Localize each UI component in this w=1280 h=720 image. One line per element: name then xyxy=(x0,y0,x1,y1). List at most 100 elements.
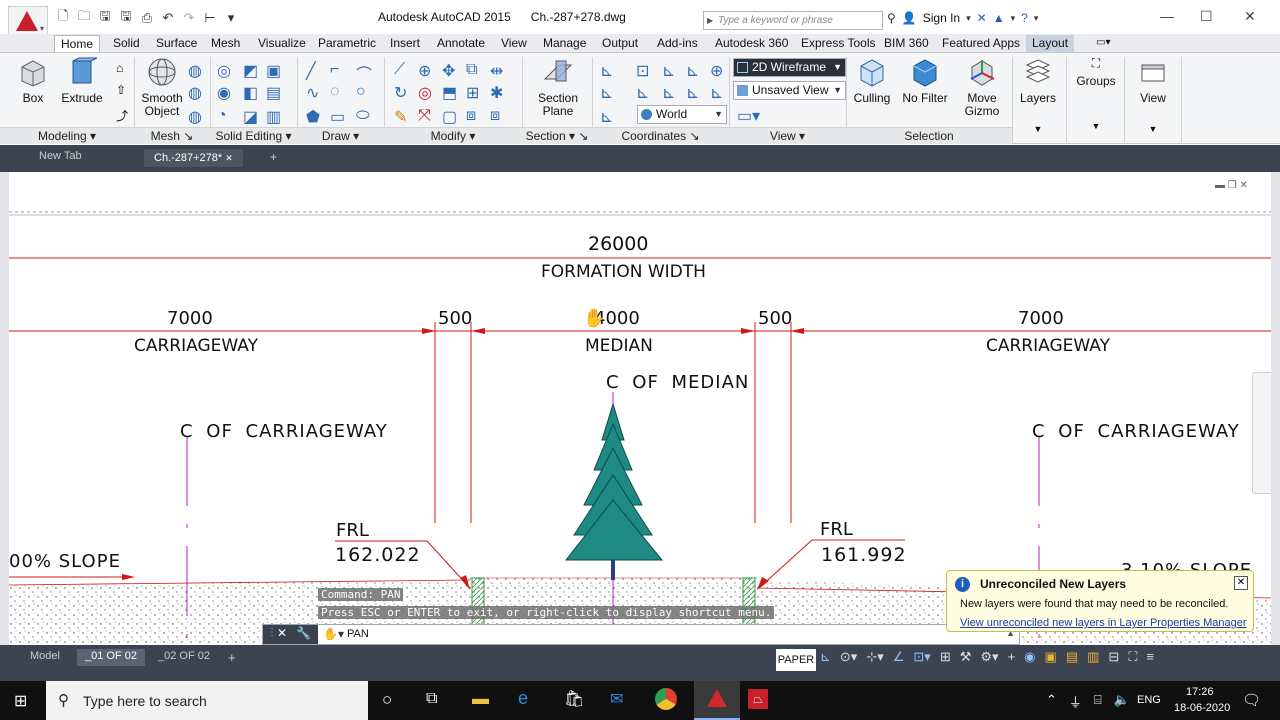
taskbar-search[interactable]: ⚲ Type here to search xyxy=(46,681,368,720)
viewport-scale-icon[interactable]: ⊞ xyxy=(940,649,951,665)
network-icon[interactable]: ⌸ xyxy=(1094,692,1102,711)
clock-time[interactable]: 17:26 xyxy=(1186,686,1214,698)
tab-annotate[interactable]: Annotate xyxy=(431,35,491,52)
close-icon[interactable]: ✕ xyxy=(1240,180,1248,191)
offset-edges-icon[interactable]: ▤ xyxy=(266,83,282,102)
new-file-icon[interactable]: 🗋 xyxy=(54,8,72,27)
polygon-icon[interactable]: ⬟ xyxy=(306,107,322,126)
print-icon[interactable]: ⎙ xyxy=(138,9,156,27)
ucs-origin-icon[interactable]: ⊾ xyxy=(662,61,678,80)
save-as-icon[interactable]: 🖫 xyxy=(117,8,135,27)
tab-surface[interactable]: Surface xyxy=(150,35,203,52)
ucs-y-icon[interactable]: ⊾ xyxy=(636,83,652,102)
fillet-icon[interactable]: ⟋ xyxy=(394,61,410,78)
scale-3d-icon[interactable]: ⊕ xyxy=(418,61,434,80)
snap-mode-icon[interactable]: ⊙▾ xyxy=(840,649,857,665)
application-menu-button[interactable]: ▾ xyxy=(8,6,48,36)
a360-icon[interactable]: ▲ xyxy=(993,11,1005,25)
extrude-faces-icon[interactable]: ▣ xyxy=(266,61,282,80)
help-search-input[interactable]: ▶ Type a keyword or phrase xyxy=(703,11,883,30)
osnap-icon[interactable]: ⊡▾ xyxy=(913,649,930,665)
close-icon[interactable]: ✕ xyxy=(1234,576,1248,590)
groups-button[interactable]: ⛶ Groups ▼ xyxy=(1072,57,1120,133)
edge-icon[interactable]: e xyxy=(518,688,528,709)
move-icon[interactable]: ✥ xyxy=(442,61,458,80)
clock-date[interactable]: 18-06-2020 xyxy=(1174,702,1230,714)
navigation-bar-panel[interactable] xyxy=(1252,372,1271,494)
tab-bim-360[interactable]: BIM 360 xyxy=(878,35,935,52)
layers-button[interactable]: Layers ▼ xyxy=(1016,57,1060,136)
circle-icon[interactable]: ○ xyxy=(356,83,372,100)
ucs-view-icon[interactable]: ⊾ xyxy=(686,61,702,80)
panel-draw[interactable]: Draw ▾ xyxy=(297,127,384,144)
ucs-object-icon[interactable]: ⊾ xyxy=(710,83,726,102)
add-icon[interactable]: + xyxy=(1008,649,1016,665)
panel-section[interactable]: Section ▾ ↘ xyxy=(522,127,592,144)
annotation-tools-icon[interactable]: ⚒ xyxy=(960,649,972,665)
polysolid-icon[interactable]: ⌂ xyxy=(116,61,132,77)
close-icon[interactable]: ✕ xyxy=(277,626,287,640)
subtract-icon[interactable]: ◉ xyxy=(217,83,233,102)
chevron-up-icon[interactable]: ⌃ xyxy=(1046,692,1057,711)
panel-solid-editing[interactable]: Solid Editing ▾ xyxy=(210,127,297,144)
box-button[interactable]: Box xyxy=(16,57,50,105)
extend-icon[interactable]: ⤧ xyxy=(418,107,434,124)
workspace-icon[interactable]: ⚙▾ xyxy=(980,649,998,665)
customize-icon[interactable]: 🔧 xyxy=(296,626,311,640)
isolate-icon[interactable]: ◉ xyxy=(1024,649,1035,665)
ucs-dropdown[interactable]: World ▼ xyxy=(637,105,727,124)
view-button[interactable]: View ▼ xyxy=(1130,57,1176,136)
tab-mesh[interactable]: Mesh xyxy=(205,35,246,52)
minimize-icon[interactable]: ▬ xyxy=(1215,180,1225,191)
tab-visualize[interactable]: Visualize xyxy=(252,35,312,52)
hardware-accel-icon[interactable]: ▣ xyxy=(1045,649,1057,665)
panel-selection[interactable]: Selection xyxy=(846,127,1012,144)
exchange-icon[interactable]: ✕ xyxy=(977,11,987,25)
usb-icon[interactable]: ⏚ xyxy=(1069,692,1082,711)
ucs-icon[interactable]: ⊾ xyxy=(600,61,616,80)
thicken-icon[interactable]: ▥ xyxy=(266,107,282,126)
mirror-icon[interactable]: ⇹ xyxy=(490,61,506,80)
polar-icon[interactable]: ∠ xyxy=(893,649,905,665)
ellipse-icon[interactable]: ⬭ xyxy=(356,107,372,124)
copy-icon[interactable]: ⧉ xyxy=(466,61,482,78)
paper-model-toggle[interactable]: PAPER xyxy=(776,649,816,671)
file-explorer-icon[interactable]: ▬ xyxy=(472,689,489,709)
infer-constraints-icon[interactable]: ⊾ xyxy=(820,649,831,665)
slice-icon[interactable]: ◪ xyxy=(243,107,259,126)
join-icon[interactable]: ⧈ xyxy=(490,107,506,124)
minimize-icon[interactable]: — xyxy=(1160,8,1174,24)
line-icon[interactable]: ╱ xyxy=(306,61,322,80)
ucs-icon-toggle[interactable]: ⊾ xyxy=(600,107,616,126)
intersect-icon[interactable]: ◔ xyxy=(217,107,233,124)
extrude-button[interactable]: Extrude xyxy=(60,57,104,105)
chevron-down-icon[interactable]: ▾ xyxy=(1034,13,1039,24)
command-input[interactable]: PAN xyxy=(347,628,369,640)
move-gizmo-button[interactable]: Move Gizmo xyxy=(958,57,1006,118)
panel-modify[interactable]: Modify ▾ xyxy=(384,127,522,144)
rotate-3d-icon[interactable]: ↻ xyxy=(394,83,410,102)
erase-icon[interactable]: ◎ xyxy=(418,83,434,102)
close-icon[interactable]: ✕ xyxy=(225,153,233,163)
tab-current-drawing[interactable]: Ch.-287+278* ✕ xyxy=(144,149,243,167)
cortana-icon[interactable]: ○ xyxy=(382,690,392,710)
ucs-x-icon[interactable]: ⊾ xyxy=(600,83,616,102)
ucs-3point-icon[interactable]: ⊾ xyxy=(686,83,702,102)
ucs-named-icon[interactable]: ⊕ xyxy=(710,61,726,80)
ucs-world-icon[interactable]: ⊡ xyxy=(636,61,652,80)
layout-tab-02[interactable]: _02 OF 02 xyxy=(150,649,218,666)
mesh-smooth-more-icon[interactable]: ◍ xyxy=(188,61,204,80)
panel-view[interactable]: View ▾ xyxy=(729,127,846,144)
maximize-icon[interactable]: ☐ xyxy=(1200,8,1213,25)
match-properties-icon[interactable]: ⊢ xyxy=(201,9,219,27)
tab-layout[interactable]: Layout xyxy=(1026,35,1075,52)
polyline-icon[interactable]: ⌐ xyxy=(330,61,346,78)
tab-add-ins[interactable]: Add-ins xyxy=(651,35,704,52)
notifications-icon[interactable]: 🗨 xyxy=(1242,691,1261,709)
binoculars-icon[interactable]: ⚲ xyxy=(887,11,896,25)
undo-icon[interactable]: ↶ xyxy=(159,9,177,27)
command-line[interactable]: ⋮ ✕ 🔧 ✋▾ PAN ▲ xyxy=(262,624,1020,645)
grip-icon[interactable]: ⋮ xyxy=(267,627,277,638)
no-filter-button[interactable]: No Filter xyxy=(900,57,950,105)
sign-in-button[interactable]: Sign In xyxy=(923,11,960,25)
